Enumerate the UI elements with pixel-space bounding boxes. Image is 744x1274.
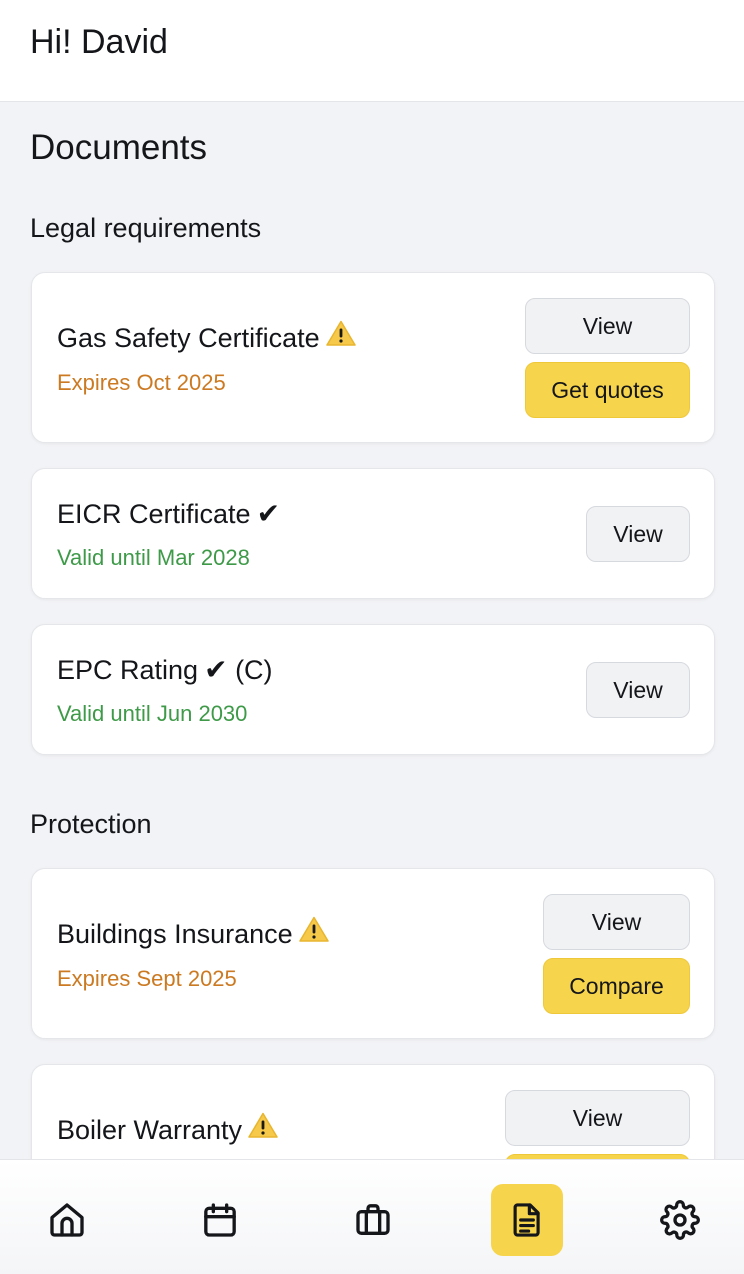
view-button[interactable]: View — [505, 1090, 690, 1146]
card-status: Expires Oct 2025 — [57, 370, 226, 395]
document-card-buildings-insurance: Buildings Insurance Expires Sept 2025 Vi… — [31, 868, 715, 1039]
page-title: Documents — [30, 128, 208, 167]
calendar-icon — [204, 1203, 236, 1237]
card-title-text: Buildings Insurance — [57, 919, 293, 949]
card-title-text: EICR Certificate — [57, 499, 251, 529]
app-header: Hi! David — [0, 0, 744, 102]
card-title-text: Boiler Warranty — [57, 1115, 243, 1145]
card-status: Expires Sept 2025 — [57, 966, 237, 991]
card-title: Buildings Insurance — [57, 916, 329, 952]
home-icon — [50, 1203, 84, 1237]
card-status: Valid until Mar 2028 — [57, 545, 250, 570]
view-button[interactable]: View — [525, 298, 690, 354]
get-quotes-button[interactable]: Get quotes — [525, 362, 690, 418]
document-card-eicr: EICR Certificate ✔ Valid until Mar 2028 V… — [31, 468, 715, 599]
card-title: Gas Safety Certificate — [57, 320, 356, 356]
warning-icon — [298, 916, 329, 949]
nav-settings[interactable] — [644, 1184, 716, 1256]
warning-icon — [248, 1112, 278, 1145]
nav-home[interactable] — [31, 1184, 103, 1256]
document-icon — [513, 1203, 540, 1237]
section-title-legal: Legal requirements — [30, 213, 262, 243]
briefcase-icon — [356, 1204, 390, 1235]
epc-rating-value: (C) — [235, 655, 273, 685]
view-button[interactable]: View — [586, 662, 690, 718]
document-card-epc: EPC Rating ✔ (C) Valid until Jun 2030 Vie… — [31, 624, 715, 755]
nav-calendar[interactable] — [184, 1184, 256, 1256]
card-title: EPC Rating ✔ (C) — [57, 654, 273, 686]
view-button[interactable]: View — [543, 894, 690, 950]
section-title-protection: Protection — [30, 809, 152, 839]
card-title-text: Gas Safety Certificate — [57, 323, 320, 353]
document-card-gas-safety: Gas Safety Certificate Expires Oct 2025 … — [31, 272, 715, 443]
bottom-nav — [0, 1159, 744, 1274]
greeting: Hi! David — [30, 23, 168, 61]
view-button[interactable]: View — [586, 506, 690, 562]
card-status: Valid until Jun 2030 — [57, 701, 248, 726]
card-title: EICR Certificate ✔ — [57, 498, 280, 530]
warning-icon — [325, 320, 356, 353]
card-title: Boiler Warranty — [57, 1112, 278, 1148]
card-title-text: EPC Rating — [57, 655, 199, 685]
checkmark-icon: ✔ — [256, 498, 281, 529]
compare-button[interactable]: Compare — [543, 958, 690, 1014]
gear-icon — [660, 1200, 700, 1240]
nav-services[interactable] — [337, 1184, 409, 1256]
checkmark-icon: ✔ — [204, 654, 228, 685]
nav-documents[interactable] — [491, 1184, 563, 1256]
